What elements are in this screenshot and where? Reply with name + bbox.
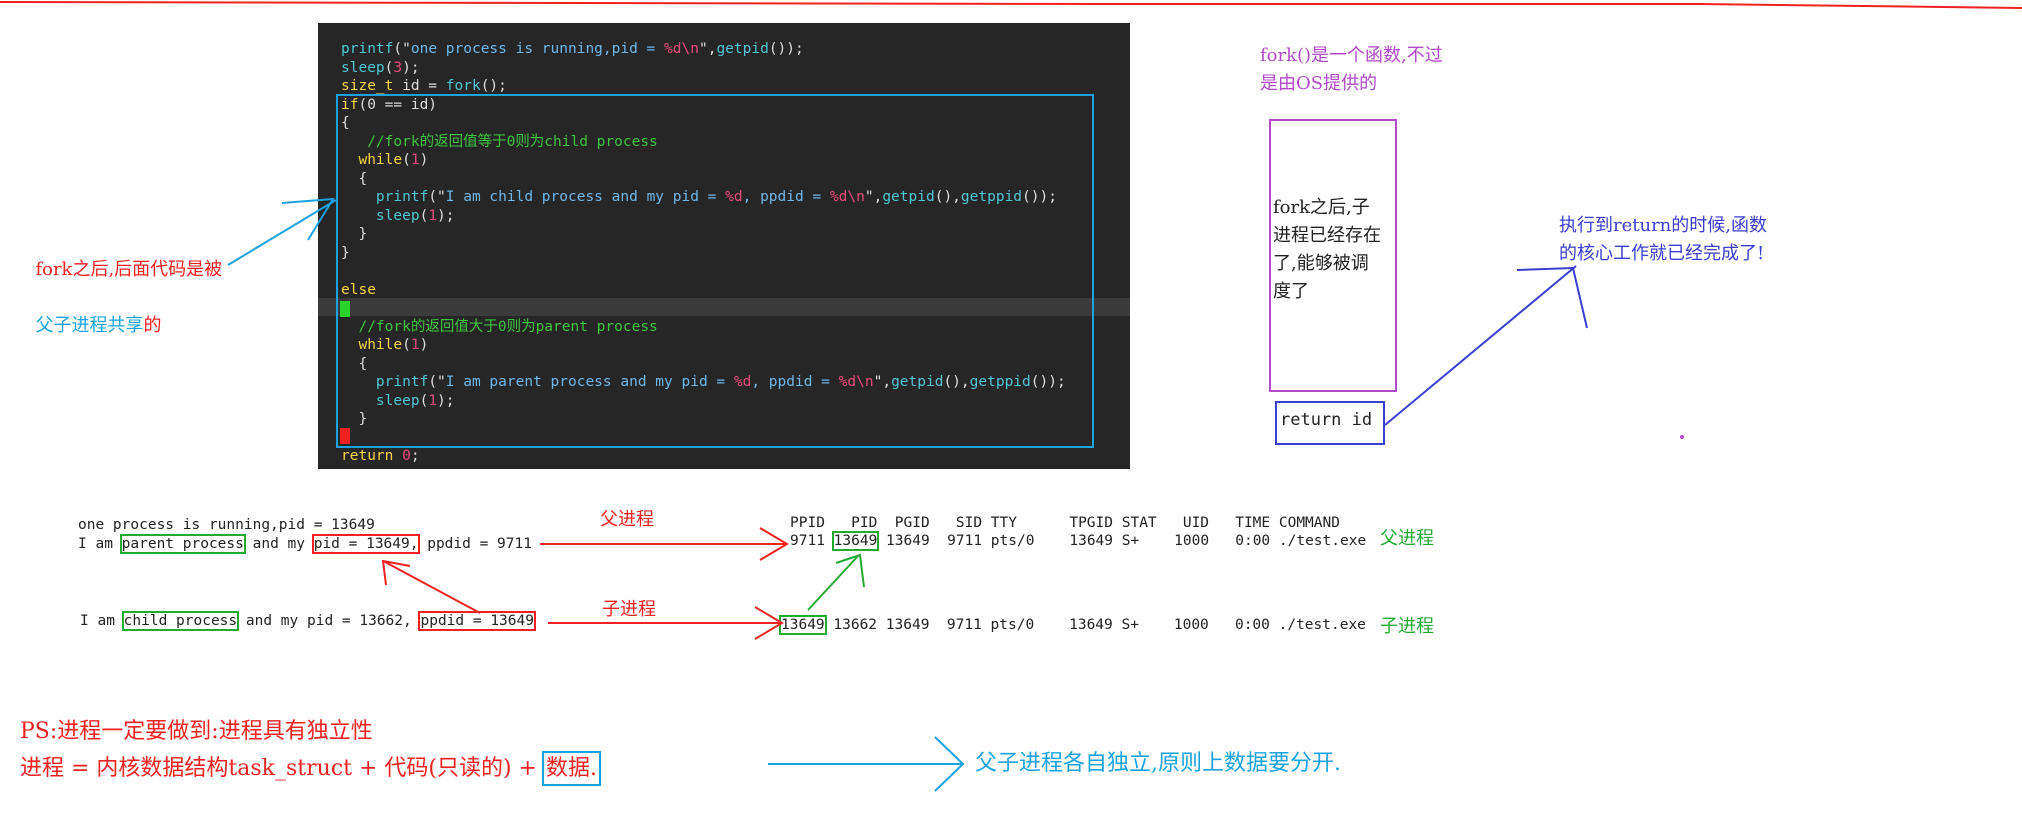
ps-note-3: 父子进程各自独立,原则上数据要分开. xyxy=(975,751,1341,776)
independence-arrow xyxy=(768,736,965,792)
